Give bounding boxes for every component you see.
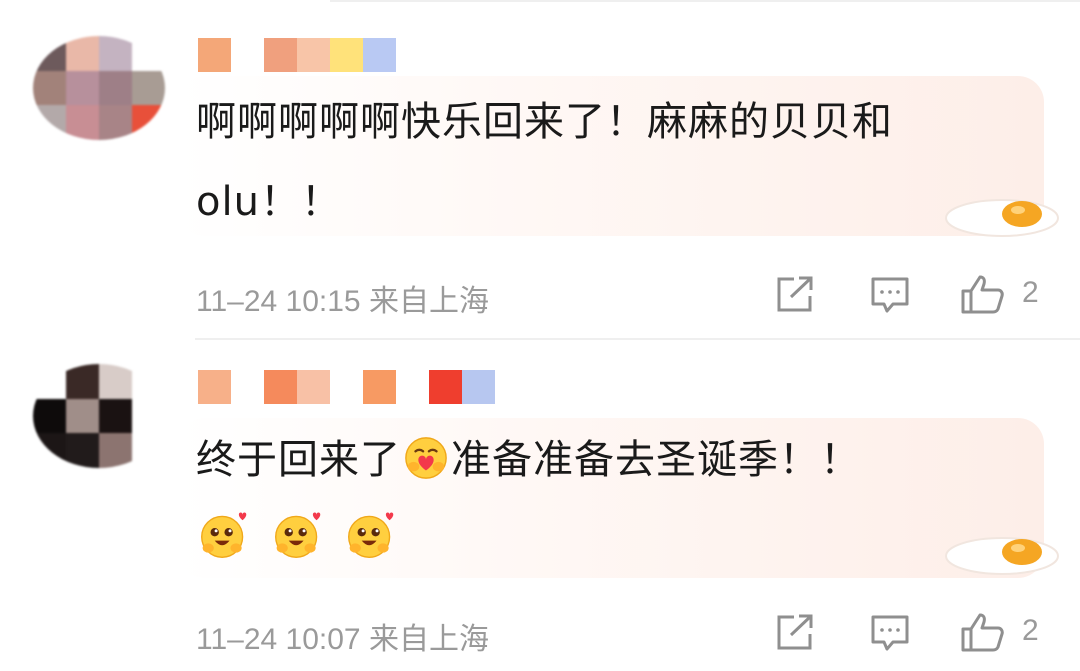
like-count: 2 bbox=[1022, 276, 1039, 309]
avatar-mosaic-tile bbox=[99, 36, 132, 71]
comment-meta: 11–24 10:15 来自上海 bbox=[196, 285, 489, 318]
avatar-mosaic-tile bbox=[33, 36, 66, 71]
avatar-mosaic-tile bbox=[99, 398, 132, 434]
reply-button[interactable] bbox=[869, 274, 911, 314]
username-mosaic-tile bbox=[462, 370, 495, 404]
avatar-mosaic-tile bbox=[66, 70, 99, 106]
avatar[interactable] bbox=[33, 364, 165, 468]
username-mosaic-tile bbox=[363, 370, 396, 404]
avatar-mosaic-tile bbox=[132, 398, 165, 434]
username-mosaic-tile bbox=[396, 370, 429, 404]
comment-actions: 2 bbox=[774, 612, 1074, 652]
share-button[interactable] bbox=[774, 274, 816, 314]
comment-icon bbox=[871, 277, 909, 313]
comment-icon bbox=[871, 615, 909, 651]
like-button[interactable]: 2 bbox=[960, 274, 1050, 314]
avatar-mosaic-tile bbox=[66, 364, 99, 399]
username[interactable] bbox=[198, 38, 396, 72]
avatar-mosaic-tile bbox=[132, 36, 165, 71]
share-button[interactable] bbox=[774, 612, 816, 652]
avatar-mosaic-tile bbox=[33, 105, 66, 140]
like-button[interactable]: 2 bbox=[960, 612, 1050, 652]
avatar-mosaic-tile bbox=[66, 36, 99, 71]
avatar-mosaic-tile bbox=[66, 433, 99, 468]
username-mosaic-tile bbox=[330, 370, 363, 404]
avatar-mosaic-tile bbox=[132, 105, 165, 140]
username-mosaic-tile bbox=[264, 38, 297, 72]
avatar-mosaic-tile bbox=[99, 70, 132, 106]
share-icon bbox=[777, 276, 813, 312]
comment-text-segment: 准备准备去圣诞季！！ bbox=[451, 437, 861, 483]
avatar-mosaic-tile bbox=[66, 398, 99, 434]
avatar-mosaic-tile bbox=[33, 364, 66, 399]
comment-feed: 啊啊啊啊啊快乐回来了！麻麻的贝贝和 olu！！ 11–24 10:15 来自上海 bbox=[0, 0, 1080, 671]
reply-button[interactable] bbox=[869, 612, 911, 652]
comment-text: 终于回来了 准备准备去圣诞季！！ bbox=[196, 420, 1026, 560]
comment-text-segment: 终于回来了 bbox=[196, 437, 401, 483]
fried-egg-icon bbox=[945, 199, 1059, 237]
avatar-mosaic-tile bbox=[33, 433, 66, 468]
avatar-mosaic-tile bbox=[99, 105, 132, 140]
avatar[interactable] bbox=[33, 36, 165, 140]
fried-egg-icon bbox=[945, 537, 1059, 575]
username-mosaic-tile bbox=[231, 370, 264, 404]
heart-eyes-emoji-icon bbox=[274, 512, 321, 558]
avatar-mosaic-tile bbox=[99, 364, 132, 399]
username-mosaic-tile bbox=[231, 38, 264, 72]
comment-meta: 11–24 10:07 来自上海 bbox=[196, 623, 489, 656]
heart-eyes-emoji-icon bbox=[201, 512, 247, 558]
username-mosaic-tile bbox=[297, 38, 330, 72]
avatar-mosaic-tile bbox=[99, 433, 132, 468]
username-mosaic-tile bbox=[330, 38, 363, 72]
avatar-mosaic-tile bbox=[132, 70, 165, 106]
avatar-mosaic-tile bbox=[33, 70, 66, 106]
avatar-mosaic-tile bbox=[66, 105, 99, 140]
emoji-row bbox=[196, 500, 1026, 560]
avatar-mosaic-tile bbox=[33, 398, 66, 434]
comment-text-line: 啊啊啊啊啊快乐回来了！麻麻的贝贝和 bbox=[196, 99, 893, 145]
like-count: 2 bbox=[1022, 614, 1039, 647]
comment-text-line: 终于回来了 准备准备去圣诞季！！ bbox=[196, 420, 1026, 500]
username-mosaic-tile bbox=[297, 370, 330, 404]
avatar-mosaic-tile bbox=[132, 364, 165, 399]
comment-text-line: olu！！ bbox=[196, 179, 342, 225]
comment-item: 终于回来了 准备准备去圣诞季！！ 11–24 10:07 来自上海 2 bbox=[0, 340, 1080, 671]
username[interactable] bbox=[198, 370, 495, 404]
hug-emoji-icon bbox=[405, 437, 447, 479]
comment-item: 啊啊啊啊啊快乐回来了！麻麻的贝贝和 olu！！ 11–24 10:15 来自上海 bbox=[0, 0, 1080, 338]
avatar-mosaic-tile bbox=[132, 433, 165, 468]
comment-text: 啊啊啊啊啊快乐回来了！麻麻的贝贝和 olu！！ bbox=[196, 82, 1026, 242]
username-mosaic-tile bbox=[198, 38, 231, 72]
username-mosaic-tile bbox=[363, 38, 396, 72]
username-mosaic-tile bbox=[198, 370, 231, 404]
username-mosaic-tile bbox=[264, 370, 297, 404]
thumbs-up-icon bbox=[961, 275, 1004, 314]
heart-eyes-emoji-icon bbox=[348, 512, 394, 558]
share-icon bbox=[777, 614, 813, 650]
comment-actions: 2 bbox=[774, 274, 1074, 314]
thumbs-up-icon bbox=[961, 613, 1004, 652]
username-mosaic-tile bbox=[429, 370, 462, 404]
